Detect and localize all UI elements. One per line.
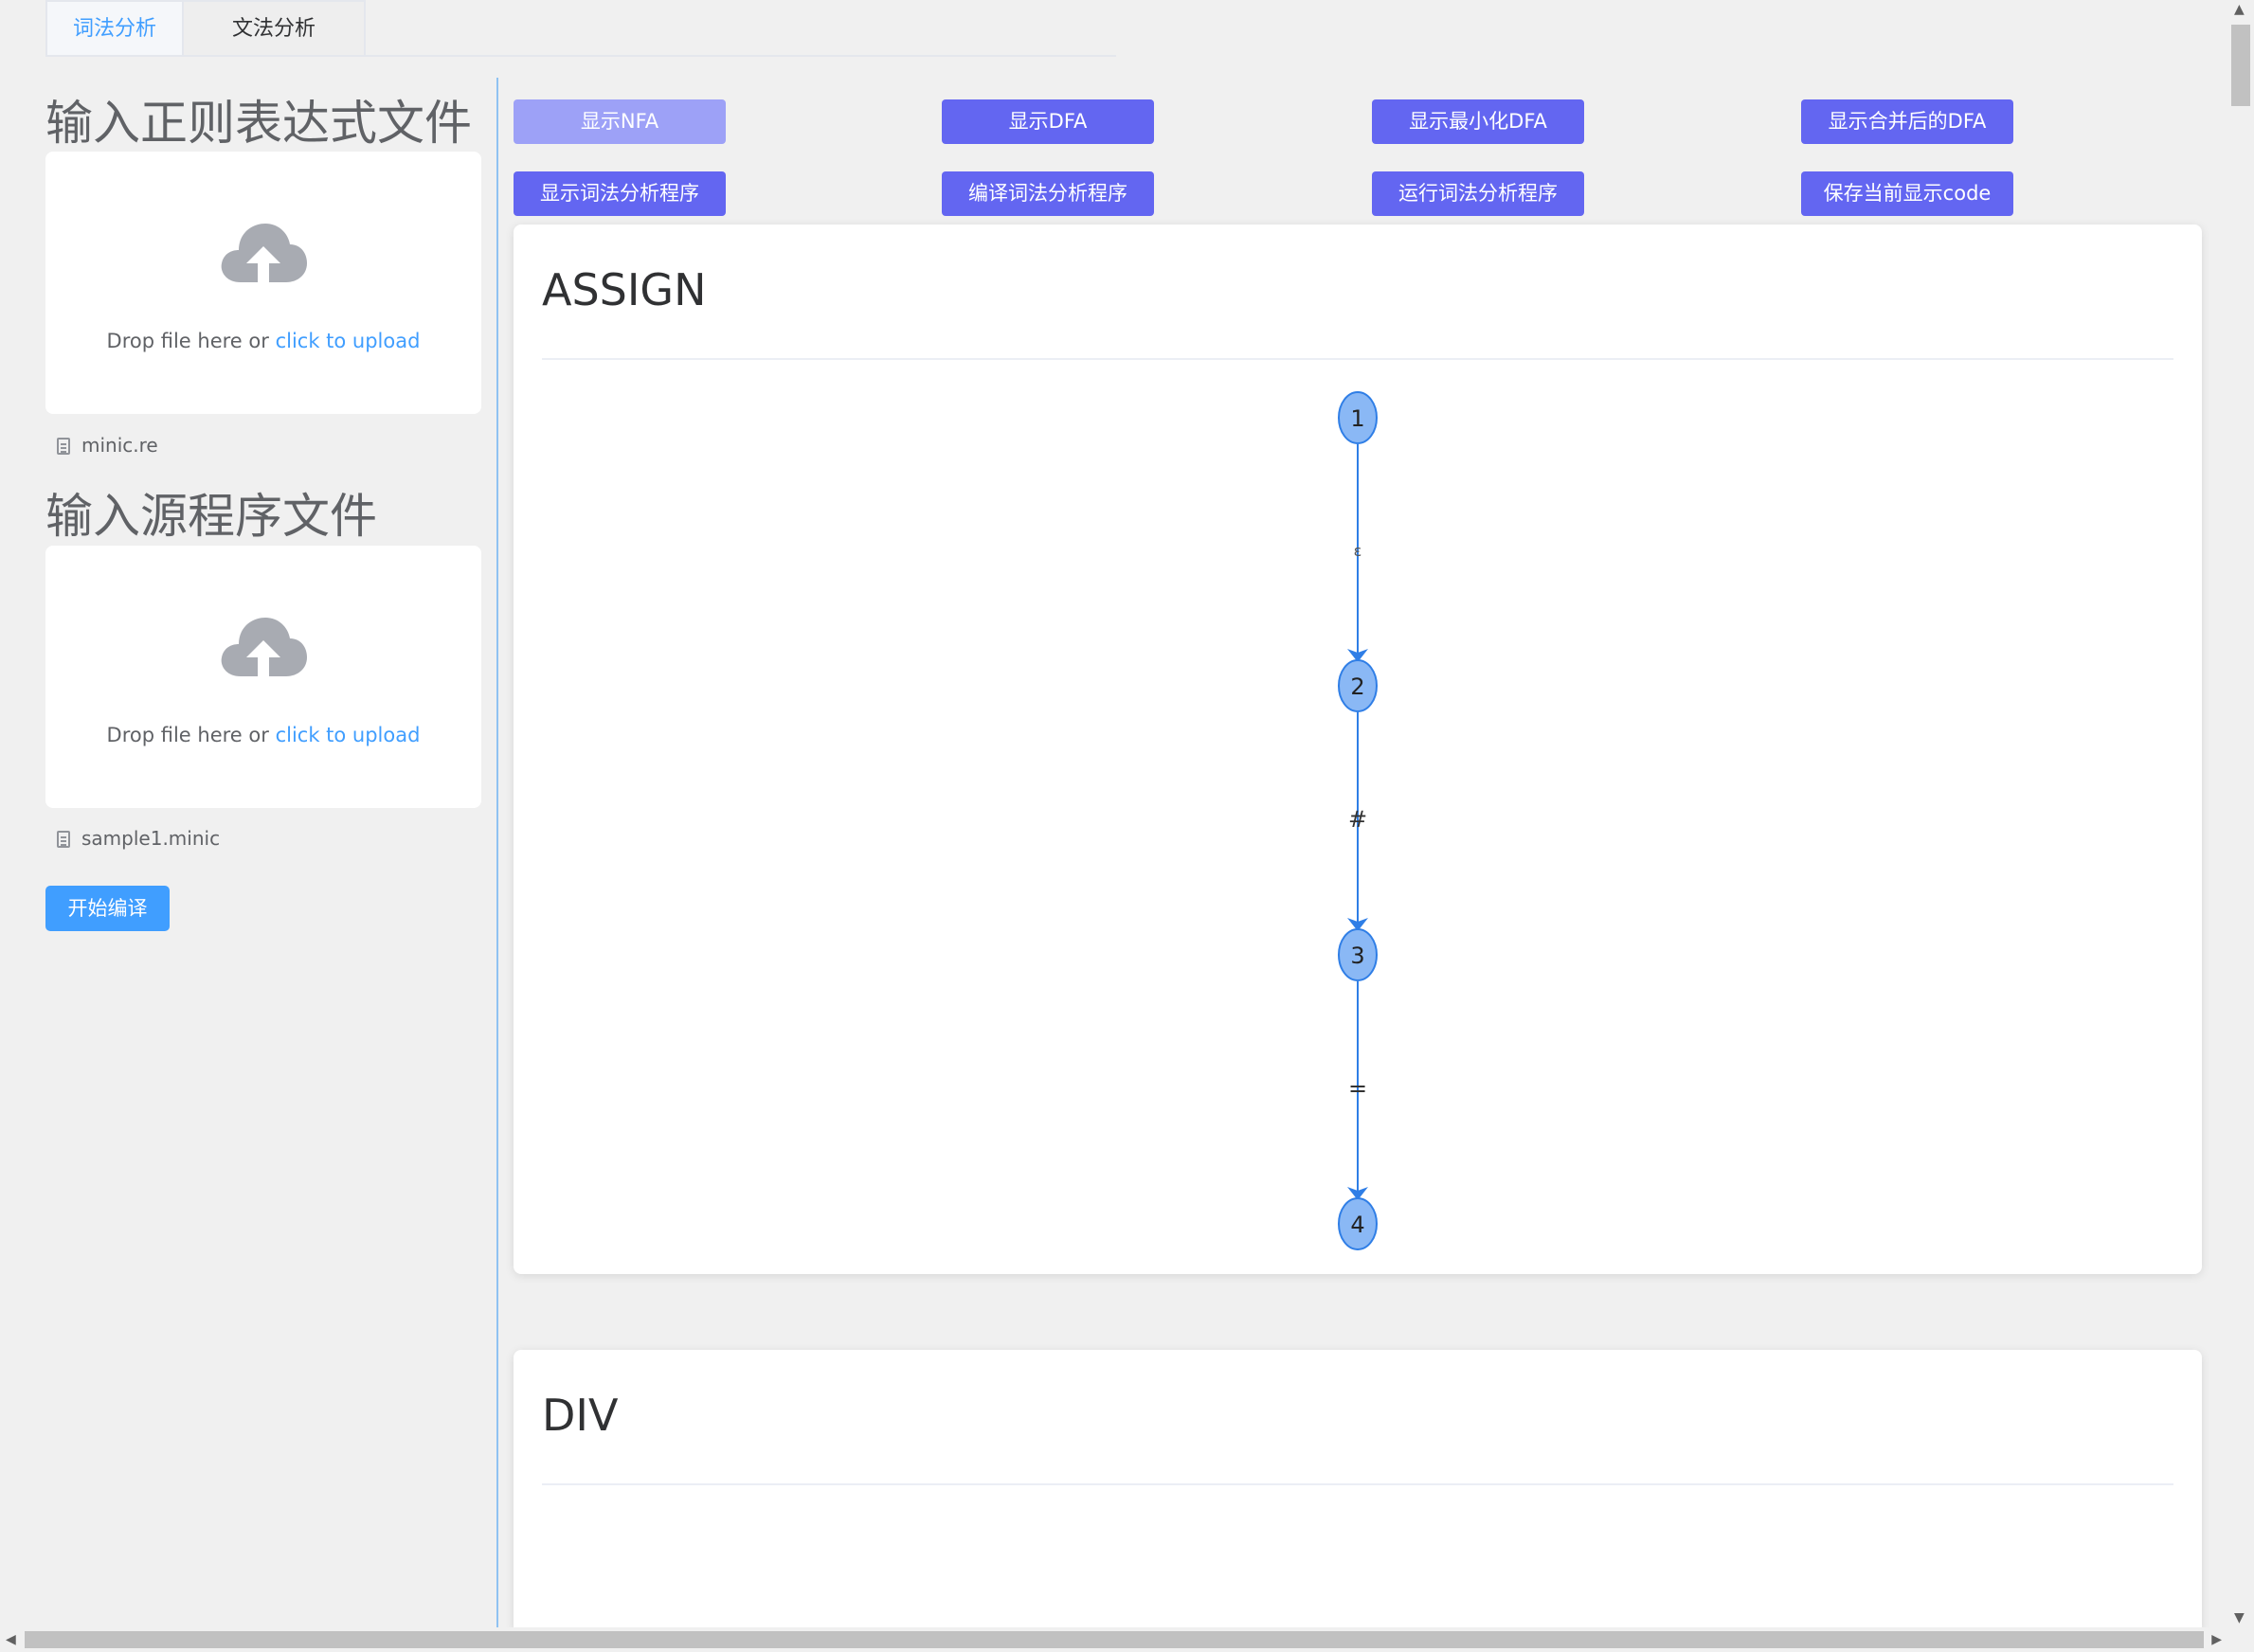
show-merged-dfa-button[interactable]: 显示合并后的DFA xyxy=(1801,99,2013,144)
click-to-upload-link[interactable]: click to upload xyxy=(276,724,421,746)
horizontal-scroll-thumb[interactable] xyxy=(25,1631,2204,1648)
graph-node[interactable]: 2 xyxy=(1338,659,1378,712)
nfa-graph: ε # = 1 2 3 4 xyxy=(1338,391,1378,1250)
source-file-item[interactable]: sample1.minic xyxy=(57,827,220,850)
regex-upload-text: Drop file here or click to upload xyxy=(45,330,481,352)
show-lexer-program-button[interactable]: 显示词法分析程序 xyxy=(514,171,726,216)
edge-label: = xyxy=(1348,1075,1367,1102)
source-section-title: 输入源程序文件 xyxy=(45,489,377,544)
nfa-card-div: DIV xyxy=(514,1350,2202,1634)
scroll-up-icon[interactable]: ▲ xyxy=(2234,2,2245,17)
vertical-scrollbar[interactable]: ▲ ▼ xyxy=(2227,0,2254,1627)
show-dfa-button[interactable]: 显示DFA xyxy=(942,99,1154,144)
cloud-upload-icon xyxy=(221,618,307,676)
source-upload-text: Drop file here or click to upload xyxy=(45,724,481,746)
nfa-card-assign: ASSIGN ε # = 1 2 3 4 xyxy=(514,224,2202,1274)
cloud-upload-icon xyxy=(221,224,307,282)
run-lexer-program-button[interactable]: 运行词法分析程序 xyxy=(1372,171,1584,216)
scroll-left-icon[interactable]: ◀ xyxy=(6,1632,16,1647)
upload-prompt-text: Drop file here or xyxy=(106,330,276,352)
card-title: DIV xyxy=(542,1390,619,1441)
source-file-name: sample1.minic xyxy=(81,827,221,850)
app-page: 词法分析 文法分析 输入正则表达式文件 Drop file here or cl… xyxy=(0,0,2254,1652)
start-compile-button[interactable]: 开始编译 xyxy=(45,886,170,931)
regex-file-name: minic.re xyxy=(81,434,158,457)
document-icon xyxy=(57,438,70,455)
tab-grammar-analysis[interactable]: 文法分析 xyxy=(184,0,366,55)
node-label: 1 xyxy=(1350,405,1364,432)
scroll-down-icon[interactable]: ▼ xyxy=(2234,1610,2245,1625)
node-label: 2 xyxy=(1350,673,1364,700)
tab-bar: 词法分析 文法分析 xyxy=(45,0,1116,57)
edge-label: # xyxy=(1348,806,1367,833)
graph-node[interactable]: 4 xyxy=(1338,1197,1378,1250)
card-divider xyxy=(542,1483,2173,1485)
upload-prompt-text: Drop file here or xyxy=(106,724,276,746)
compile-lexer-program-button[interactable]: 编译词法分析程序 xyxy=(942,171,1154,216)
column-divider xyxy=(496,78,498,1627)
click-to-upload-link[interactable]: click to upload xyxy=(276,330,421,352)
horizontal-scrollbar[interactable]: ◀ ▶ xyxy=(0,1627,2227,1652)
scroll-right-icon[interactable]: ▶ xyxy=(2211,1632,2222,1647)
save-code-button[interactable]: 保存当前显示code xyxy=(1801,171,2013,216)
regex-upload-dropzone[interactable]: Drop file here or click to upload xyxy=(45,152,481,414)
vertical-scroll-thumb[interactable] xyxy=(2231,25,2250,106)
show-nfa-button[interactable]: 显示NFA xyxy=(514,99,726,144)
document-icon xyxy=(57,831,70,848)
regex-file-item[interactable]: minic.re xyxy=(57,434,158,457)
graph-node[interactable]: 1 xyxy=(1338,391,1378,444)
source-upload-dropzone[interactable]: Drop file here or click to upload xyxy=(45,546,481,808)
regex-section-title: 输入正则表达式文件 xyxy=(45,96,472,151)
edge-label: ε xyxy=(1354,542,1362,560)
node-label: 4 xyxy=(1350,1212,1364,1238)
tab-lexical-analysis[interactable]: 词法分析 xyxy=(45,0,184,55)
show-min-dfa-button[interactable]: 显示最小化DFA xyxy=(1372,99,1584,144)
node-label: 3 xyxy=(1350,943,1364,969)
graph-node[interactable]: 3 xyxy=(1338,928,1378,981)
